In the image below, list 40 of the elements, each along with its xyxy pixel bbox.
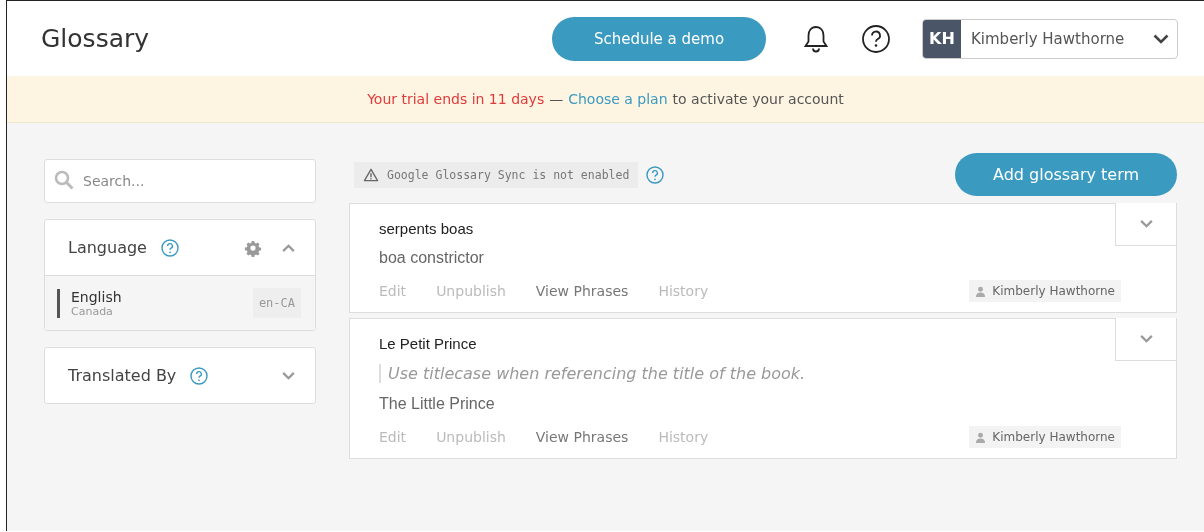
term-source: serpents boas xyxy=(379,220,474,237)
person-icon xyxy=(975,285,987,297)
person-icon xyxy=(975,431,987,443)
search-field[interactable]: Search... xyxy=(44,159,316,203)
chevron-down-icon[interactable] xyxy=(282,371,295,380)
author-name: Kimberly Hawthorne xyxy=(992,284,1115,298)
user-name: Kimberly Hawthorne xyxy=(970,29,1126,48)
expand-toggle[interactable] xyxy=(1115,318,1177,361)
term-action-link[interactable]: View Phrases xyxy=(535,283,629,299)
warning-icon xyxy=(363,167,379,182)
sync-text: Google Glossary Sync is not enabled xyxy=(387,167,630,182)
term-translation: boa constrictor xyxy=(379,249,485,267)
language-code: en-CA xyxy=(252,288,301,318)
language-region: Canada xyxy=(71,304,113,318)
bell-icon[interactable] xyxy=(802,23,830,54)
term-source: Le Petit Prince xyxy=(379,335,477,352)
language-name: English xyxy=(71,288,123,305)
schedule-demo-button[interactable]: Schedule a demo xyxy=(552,16,766,61)
trial-warning: Your trial ends in 11 days xyxy=(367,91,545,107)
chevron-down-icon xyxy=(1153,33,1169,44)
chevron-up-icon[interactable] xyxy=(282,243,295,252)
panel-title: Translated By xyxy=(68,366,177,385)
expand-toggle[interactable] xyxy=(1115,203,1177,246)
user-initials: KH xyxy=(923,19,961,58)
separator-text: — xyxy=(549,91,564,107)
banner-text: to activate your account xyxy=(672,91,844,107)
language-item[interactable]: English Canada en-CA xyxy=(45,275,315,330)
gear-icon[interactable] xyxy=(244,238,262,257)
add-glossary-term-button[interactable]: Add glossary term xyxy=(955,153,1177,196)
choose-plan-link[interactable]: Choose a plan xyxy=(568,91,668,107)
user-menu[interactable]: KH Kimberly Hawthorne xyxy=(922,18,1178,59)
term-note: Use titlecase when referencing the title of the book. xyxy=(379,364,1147,383)
author-name: Kimberly Hawthorne xyxy=(992,430,1115,444)
help-icon[interactable] xyxy=(861,23,891,54)
panel-title: Language xyxy=(68,238,147,257)
page-title: Glossary xyxy=(41,24,151,53)
chevron-down-icon[interactable] xyxy=(1139,220,1153,228)
term-action-link[interactable]: View Phrases xyxy=(535,429,629,445)
term-translation: The Little Prince xyxy=(379,395,496,413)
chevron-down-icon[interactable] xyxy=(1139,335,1153,343)
